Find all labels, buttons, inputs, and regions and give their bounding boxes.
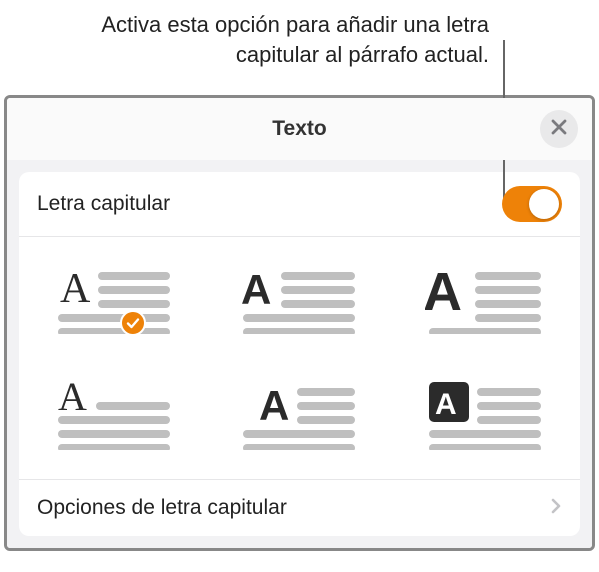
panel-header: Texto [7, 98, 592, 160]
selected-checkmark-icon [120, 310, 146, 336]
drop-cap-section: Letra capitular A [19, 172, 580, 536]
svg-text:A: A [58, 380, 87, 419]
drop-cap-toggle[interactable] [502, 186, 562, 222]
panel-title: Texto [272, 117, 326, 141]
close-button[interactable] [540, 110, 578, 148]
svg-text:A: A [241, 266, 271, 313]
drop-cap-style-6[interactable]: A [425, 380, 545, 450]
close-icon [551, 119, 567, 140]
svg-text:A: A [259, 382, 289, 429]
drop-cap-options-label: Opciones de letra capitular [37, 496, 551, 520]
drop-cap-toggle-row: Letra capitular [19, 172, 580, 237]
callout-text: Activa esta opción para añadir una letra… [69, 10, 489, 69]
drop-cap-style-5[interactable]: A [239, 380, 359, 450]
drop-cap-styles-grid: A A [19, 237, 580, 480]
drop-cap-style-4[interactable]: A [54, 380, 174, 450]
chevron-right-icon [551, 498, 562, 519]
svg-text:A: A [435, 388, 457, 421]
text-format-panel: Texto Letra capitular A [4, 95, 595, 551]
drop-cap-style-1[interactable]: A [54, 264, 174, 334]
svg-text:A: A [60, 266, 91, 312]
drop-cap-style-2[interactable]: A [239, 264, 359, 334]
drop-cap-options-row[interactable]: Opciones de letra capitular [19, 480, 580, 536]
drop-cap-toggle-label: Letra capitular [37, 192, 502, 216]
toggle-knob [529, 189, 559, 219]
drop-cap-style-3[interactable]: A [425, 264, 545, 334]
svg-text:A: A [425, 264, 462, 322]
